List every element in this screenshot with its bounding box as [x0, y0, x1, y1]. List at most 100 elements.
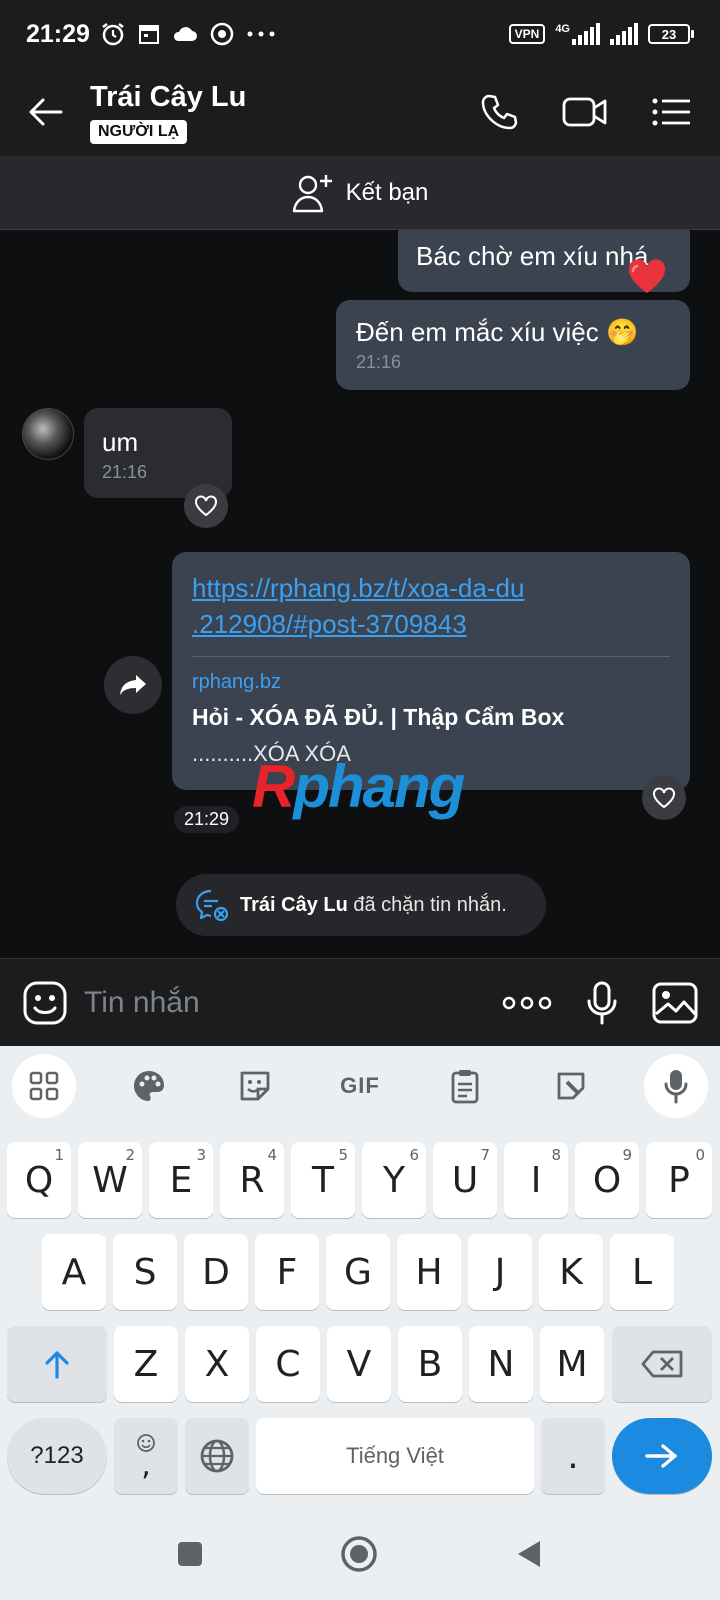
status-icons-left	[100, 21, 276, 47]
key-l[interactable]: L	[610, 1234, 674, 1310]
palette-icon	[134, 1071, 165, 1101]
apps-grid-button[interactable]	[12, 1054, 76, 1118]
cloud-icon	[173, 27, 197, 41]
screenshot-edit-icon	[557, 1072, 585, 1100]
key-v[interactable]: V	[327, 1326, 391, 1402]
keyboard: GIF Q1 W2 E3 R4 T5 Y6 U7 I8 O9 P0 A S D …	[0, 1046, 720, 1508]
screenshot-button[interactable]	[539, 1054, 603, 1118]
key-x[interactable]: X	[185, 1326, 249, 1402]
key-t[interactable]: T5	[291, 1142, 355, 1218]
menu-list-icon[interactable]	[652, 97, 690, 127]
symbols-key[interactable]: ?123	[7, 1418, 107, 1494]
message-text: um	[102, 427, 139, 457]
voice-input-button[interactable]	[643, 1054, 708, 1118]
gif-button[interactable]: GIF	[328, 1054, 392, 1118]
key-g[interactable]: G	[326, 1234, 390, 1310]
video-call-icon[interactable]	[562, 95, 608, 129]
key-m[interactable]: M	[540, 1326, 604, 1402]
status-bar: 21:29 VPN 4G 23	[0, 0, 720, 68]
more-dots-icon	[247, 31, 275, 37]
add-friend-button[interactable]: Kết bạn	[0, 156, 720, 230]
key-e[interactable]: E3	[149, 1142, 213, 1218]
image-gallery-icon[interactable]	[652, 982, 698, 1024]
shift-key[interactable]	[7, 1326, 107, 1402]
contact-name: Trái Cây Lu	[90, 80, 247, 113]
theme-button[interactable]	[117, 1054, 181, 1118]
chat-area[interactable]: Bác chờ em xíu nhá Đến em mắc xíu việc 🤭…	[0, 230, 720, 958]
key-b[interactable]: B	[398, 1326, 462, 1402]
share-button[interactable]	[104, 656, 162, 714]
message-time: 21:16	[356, 352, 402, 372]
message-input-bar: Tin nhắn	[0, 958, 720, 1046]
clipboard-button[interactable]	[433, 1054, 497, 1118]
system-nav-bar	[0, 1508, 720, 1600]
back-button[interactable]	[0, 68, 90, 156]
space-key[interactable]: Tiếng Việt	[256, 1418, 534, 1494]
key-z[interactable]: Z	[114, 1326, 178, 1402]
signal-bars-icon	[572, 23, 600, 45]
sticker-icon	[240, 1071, 270, 1101]
phone-icon[interactable]	[480, 93, 518, 131]
contact-info[interactable]: Trái Cây Lu NGƯỜI LẠ	[90, 81, 246, 144]
heart-outline-icon	[653, 787, 675, 809]
block-notice: Trái Cây Lu đã chặn tin nhắn.	[176, 874, 546, 936]
key-k[interactable]: K	[539, 1234, 603, 1310]
arrow-right-icon	[645, 1444, 677, 1468]
key-a[interactable]: A	[42, 1234, 106, 1310]
home-icon[interactable]	[340, 1535, 378, 1573]
key-c[interactable]: C	[256, 1326, 320, 1402]
like-reaction-button[interactable]	[184, 484, 228, 528]
grid-icon	[29, 1071, 59, 1101]
back-nav-icon[interactable]	[514, 1538, 544, 1570]
key-r[interactable]: R4	[220, 1142, 284, 1218]
link-preview-title: Hỏi - XÓA ĐÃ ĐỦ. | Thập Cẩm Box	[192, 704, 565, 730]
status-icons-right: VPN 4G 23	[508, 23, 694, 45]
heart-reaction[interactable]	[620, 250, 674, 304]
block-notice-text: Trái Cây Lu đã chặn tin nhắn.	[240, 894, 507, 917]
message-bubble-sent[interactable]: Đến em mắc xíu việc 🤭 21:16	[336, 300, 690, 390]
clipboard-icon	[451, 1070, 479, 1104]
status-time: 21:29	[26, 19, 90, 48]
period-key[interactable]: .	[541, 1418, 605, 1494]
key-y[interactable]: Y6	[362, 1142, 426, 1218]
key-n[interactable]: N	[469, 1326, 533, 1402]
block-notice-name: Trái Cây Lu	[240, 893, 348, 916]
comma-emoji-key[interactable]: ,	[114, 1418, 178, 1494]
contact-avatar[interactable]	[22, 408, 74, 460]
add-friend-icon	[292, 174, 332, 212]
key-d[interactable]: D	[184, 1234, 248, 1310]
link-preview-domain: rphang.bz	[192, 671, 281, 693]
stranger-badge: NGƯỜI LẠ	[90, 119, 188, 144]
key-q[interactable]: Q1	[7, 1142, 71, 1218]
red-heart-icon	[628, 259, 666, 293]
calendar-icon	[138, 25, 159, 44]
key-p[interactable]: P0	[646, 1142, 712, 1218]
more-options-icon[interactable]	[502, 996, 552, 1010]
message-text: Đến em mắc xíu việc 🤭	[356, 317, 639, 347]
link-url-line-1: https://rphang.bz/t/xoa-da-du	[192, 573, 525, 603]
sticker-button[interactable]	[223, 1054, 287, 1118]
key-s[interactable]: S	[113, 1234, 177, 1310]
key-o[interactable]: O9	[575, 1142, 639, 1218]
key-w[interactable]: W2	[78, 1142, 142, 1218]
key-h[interactable]: H	[397, 1234, 461, 1310]
back-arrow-icon	[29, 98, 63, 126]
message-input[interactable]: Tin nhắn	[84, 986, 200, 1020]
battery-level: 23	[648, 24, 690, 44]
alarm-icon	[102, 23, 124, 46]
backspace-key[interactable]	[612, 1326, 712, 1402]
send-enter-key[interactable]	[612, 1418, 712, 1494]
keyboard-toolbar: GIF	[0, 1046, 720, 1126]
emoji-sticker-icon[interactable]	[22, 980, 68, 1026]
language-key[interactable]	[185, 1418, 249, 1494]
microphone-icon[interactable]	[586, 981, 618, 1025]
key-f[interactable]: F	[255, 1234, 319, 1310]
recent-apps-icon[interactable]	[176, 1540, 204, 1568]
link-url[interactable]: https://rphang.bz/t/xoa-da-du .212908/#p…	[192, 570, 670, 642]
gif-label: GIF	[340, 1073, 380, 1098]
key-i[interactable]: I8	[504, 1142, 568, 1218]
key-u[interactable]: U7	[433, 1142, 497, 1218]
like-reaction-button[interactable]	[642, 776, 686, 820]
comma-label: ,	[141, 1448, 151, 1483]
key-j[interactable]: J	[468, 1234, 532, 1310]
